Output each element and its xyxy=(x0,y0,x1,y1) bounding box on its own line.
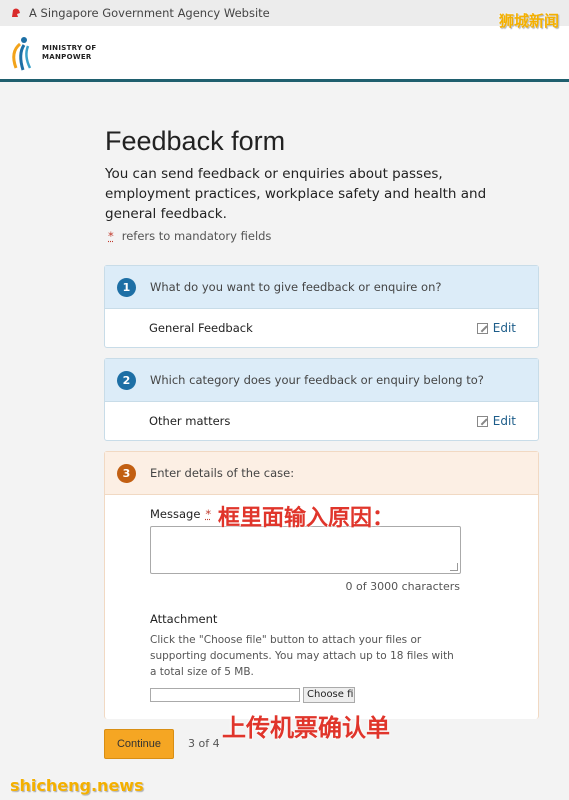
edit-icon xyxy=(476,322,488,334)
gov-bar-text: A Singapore Government Agency Website xyxy=(29,6,270,20)
character-counter: 0 of 3000 characters xyxy=(345,580,461,593)
logo-line2: MANPOWER xyxy=(42,53,92,61)
choose-file-button[interactable]: Choose file xyxy=(303,687,355,703)
step-2-number: 2 xyxy=(117,370,136,390)
step-2-header: 2 Which category does your feedback or e… xyxy=(105,359,538,402)
message-required-star: * xyxy=(205,507,212,521)
step-2-edit-label: Edit xyxy=(492,414,516,428)
watermark-bottom: shicheng.news xyxy=(10,776,144,795)
step-1-number: 1 xyxy=(117,277,136,297)
message-label-text: Message xyxy=(150,507,201,521)
step-2-question: Which category does your feedback or enq… xyxy=(150,373,484,387)
step-1: 1 What do you want to give feedback or e… xyxy=(104,265,539,348)
edit-icon xyxy=(476,415,488,427)
gov-bar: A Singapore Government Agency Website xyxy=(0,0,569,26)
message-label: Message * xyxy=(150,507,211,521)
mandatory-note: * refers to mandatory fields xyxy=(108,229,271,243)
lion-icon xyxy=(12,8,20,17)
step-3-question: Enter details of the case: xyxy=(150,466,295,480)
step-2: 2 Which category does your feedback or e… xyxy=(104,358,539,441)
message-textarea[interactable] xyxy=(150,526,461,574)
step-3-number: 3 xyxy=(117,463,136,483)
mandatory-text: refers to mandatory fields xyxy=(121,229,272,243)
logo-line1: MINISTRY OF xyxy=(42,44,97,52)
step-pager: 3 of 4 xyxy=(188,737,220,750)
step-1-question: What do you want to give feedback or enq… xyxy=(150,280,442,294)
step-2-edit-link[interactable]: Edit xyxy=(476,414,516,428)
step-3-header: 3 Enter details of the case: xyxy=(105,452,538,495)
logo-text: MINISTRY OF MANPOWER xyxy=(42,44,96,62)
file-name-field[interactable] xyxy=(150,688,300,702)
step-1-edit-label: Edit xyxy=(492,321,516,335)
step-1-header: 1 What do you want to give feedback or e… xyxy=(105,266,538,309)
step-3: 3 Enter details of the case: Message * 0 … xyxy=(104,451,539,719)
mom-logo[interactable]: MINISTRY OF MANPOWER xyxy=(8,34,96,72)
attachment-help: Click the "Choose file" button to attach… xyxy=(150,634,454,678)
step-2-body: Other matters Edit xyxy=(105,402,538,440)
attachment-label: Attachment xyxy=(150,612,218,626)
watermark-top: 狮城新闻 xyxy=(498,12,559,30)
step-2-answer: Other matters xyxy=(149,414,231,428)
step-1-body: General Feedback Edit xyxy=(105,309,538,347)
step-1-answer: General Feedback xyxy=(149,321,253,335)
upload-annotation: 上传机票确认单 xyxy=(222,714,390,742)
message-annotation: 框里面输入原因： xyxy=(218,506,395,531)
mandatory-star: * xyxy=(108,229,114,243)
step-1-edit-link[interactable]: Edit xyxy=(476,321,516,335)
mom-logo-icon xyxy=(12,37,32,71)
site-header: MINISTRY OF MANPOWER xyxy=(0,26,569,82)
form-intro: You can send feedback or enquiries about… xyxy=(105,166,487,222)
continue-button[interactable]: Continue xyxy=(104,729,174,759)
page-title: Feedback form xyxy=(105,126,286,156)
